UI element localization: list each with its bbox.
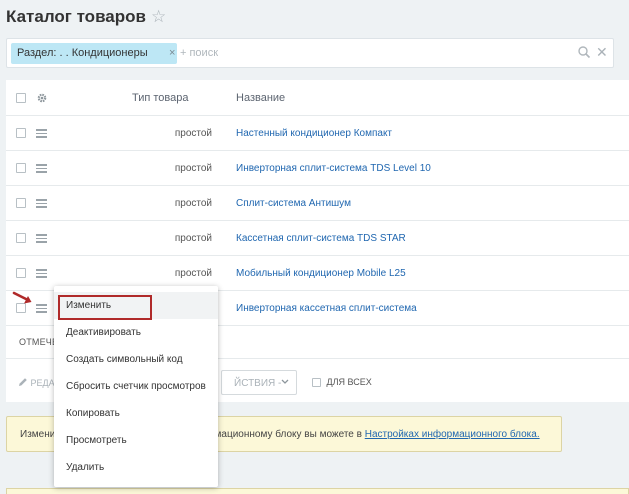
for-all-checkbox[interactable]: ДЛЯ ВСЕХ: [312, 377, 372, 388]
column-header-name[interactable]: Название: [236, 92, 285, 104]
select-all-checkbox[interactable]: [16, 93, 26, 103]
product-name-link[interactable]: Настенный кондиционер Компакт: [236, 128, 392, 139]
table-row[interactable]: простой Сплит-система Антишум: [6, 186, 629, 221]
product-name-link[interactable]: Инверторная кассетная сплит-система: [236, 303, 417, 314]
gear-icon[interactable]: [36, 92, 48, 104]
grid-header: Тип товара Название: [6, 80, 629, 116]
product-type: простой: [174, 163, 212, 174]
clear-icon[interactable]: ✕: [596, 44, 608, 60]
actions-select[interactable]: ЙСТВИЯ -: [221, 370, 297, 395]
product-name-link[interactable]: Мобильный кондиционер Mobile L25: [236, 268, 406, 279]
arrow-icon: [12, 291, 32, 304]
filter-search-bar[interactable]: Раздел: . . Кондиционеры × + поиск ✕: [6, 38, 614, 68]
for-all-label: ДЛЯ ВСЕХ: [326, 377, 372, 387]
iblock-settings-link[interactable]: Настройках информационного блока.: [365, 429, 540, 440]
row-checkbox[interactable]: [16, 233, 26, 243]
actions-select-label: ЙСТВИЯ -: [234, 378, 282, 389]
menu-item-create-code[interactable]: Создать символьный код: [54, 346, 218, 373]
product-type: простой: [174, 233, 212, 244]
notice-text-middle: рмационному блоку вы можете в: [209, 429, 362, 440]
menu-icon[interactable]: [36, 234, 47, 243]
star-icon[interactable]: ☆: [151, 7, 166, 27]
filter-tag-section[interactable]: Раздел: . . Кондиционеры ×: [11, 43, 177, 64]
page-title: Каталог товаров: [6, 7, 146, 26]
highlight-box: [58, 295, 152, 320]
product-type: простой: [174, 198, 212, 209]
edit-button-label: РЕДА: [30, 378, 55, 388]
checkbox[interactable]: [312, 378, 321, 388]
menu-item-reset-counter[interactable]: Сбросить счетчик просмотров: [54, 373, 218, 400]
chevron-down-icon: [281, 379, 289, 384]
column-header-type[interactable]: Тип товара: [132, 92, 189, 104]
table-row[interactable]: простой Кассетная сплит-система TDS STAR: [6, 221, 629, 256]
menu-icon[interactable]: [36, 164, 47, 173]
menu-item-view[interactable]: Просмотреть: [54, 427, 218, 454]
filter-tag-label: Раздел: . . Кондиционеры: [17, 47, 148, 59]
pencil-icon: [19, 378, 27, 386]
menu-icon[interactable]: [36, 129, 47, 138]
menu-item-delete[interactable]: Удалить: [54, 454, 218, 481]
notice-text-start: Измени: [20, 429, 56, 440]
table-row[interactable]: простой Инверторная сплит-система TDS Le…: [6, 151, 629, 186]
menu-item-copy[interactable]: Копировать: [54, 400, 218, 427]
info-notice-2: [6, 488, 629, 494]
search-icon[interactable]: [577, 45, 591, 59]
product-type: простой: [174, 268, 212, 279]
notice-text: рмационному блоку вы можете в Настройках…: [209, 429, 540, 440]
menu-icon[interactable]: [36, 199, 47, 208]
edit-button[interactable]: РЕДА: [18, 377, 55, 388]
row-checkbox[interactable]: [16, 163, 26, 173]
context-menu: Изменить Деактивировать Создать символьн…: [54, 286, 218, 487]
product-name-link[interactable]: Инверторная сплит-система TDS Level 10: [236, 163, 431, 174]
row-checkbox[interactable]: [16, 268, 26, 278]
close-icon[interactable]: ×: [169, 43, 175, 64]
row-checkbox[interactable]: [16, 198, 26, 208]
product-name-link[interactable]: Сплит-система Антишум: [236, 198, 351, 209]
menu-item-deactivate[interactable]: Деактивировать: [54, 319, 218, 346]
search-input[interactable]: + поиск: [180, 47, 218, 59]
menu-icon[interactable]: [36, 269, 47, 278]
row-checkbox[interactable]: [16, 128, 26, 138]
product-name-link[interactable]: Кассетная сплит-система TDS STAR: [236, 233, 406, 244]
selected-count-label: ОТМЕЧЕ: [19, 337, 59, 347]
product-type: простой: [174, 128, 212, 139]
table-row[interactable]: простой Настенный кондиционер Компакт: [6, 116, 629, 151]
